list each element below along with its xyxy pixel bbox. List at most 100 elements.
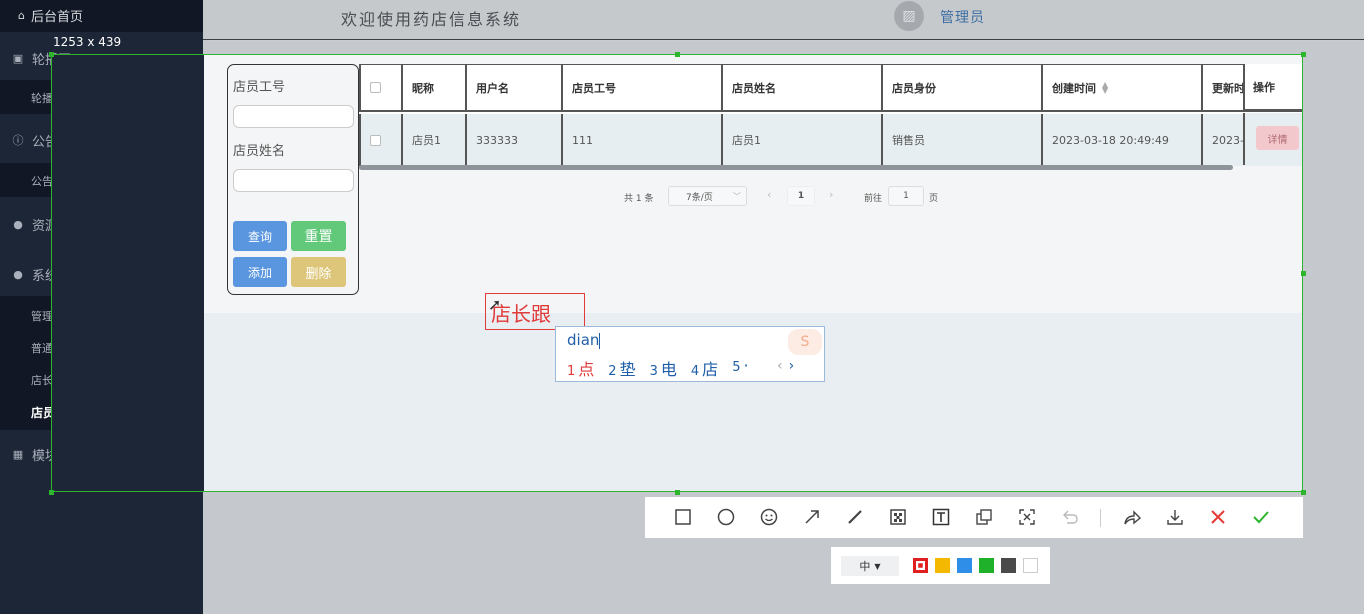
share-icon[interactable] [1120, 505, 1144, 529]
image-icon: ▣ [12, 51, 24, 65]
column-header: 店员身份 [883, 65, 1043, 110]
candidate-char: 点 [578, 360, 595, 379]
candidate-number: 1 [567, 364, 576, 379]
text-caret [599, 332, 601, 349]
text-icon[interactable] [929, 505, 953, 529]
emoji-icon[interactable] [757, 505, 781, 529]
ime-candidate[interactable]: 4店 [691, 356, 718, 380]
download-icon[interactable] [1163, 505, 1187, 529]
home-icon: ⌂ [18, 9, 25, 22]
mosaic-icon[interactable] [886, 505, 910, 529]
color-swatch-dark[interactable] [1001, 558, 1016, 573]
close-icon[interactable] [1206, 505, 1230, 529]
next-page-icon[interactable]: › [829, 188, 833, 201]
ocr-icon[interactable] [1015, 505, 1039, 529]
prev-page-icon[interactable]: ‹ [767, 188, 771, 201]
resize-handle[interactable] [1301, 52, 1306, 57]
sidebar-sub-notice[interactable]: 公告 [31, 173, 53, 189]
candidate-number: 5 [732, 360, 741, 375]
color-swatch-red[interactable] [913, 558, 928, 573]
goto-page-input[interactable]: 1 [888, 186, 924, 206]
ime-candidate[interactable]: 2垫 [608, 356, 635, 380]
ime-input-text: dian [567, 331, 600, 349]
page-unit-label: 页 [929, 193, 939, 204]
avatar[interactable]: ▨ [894, 1, 924, 31]
resize-handle[interactable] [675, 490, 680, 495]
staff-no-input[interactable] [233, 105, 354, 128]
staff-no-label: 店员工号 [233, 80, 286, 95]
color-swatch-green[interactable] [979, 558, 994, 573]
chevron-down-icon: ﹀ [733, 191, 741, 201]
column-header: 用户名 [467, 65, 563, 110]
ellipse-icon[interactable] [714, 505, 738, 529]
page-size-select[interactable]: 7条/页 ﹀ [668, 186, 747, 206]
top-header: 欢迎使用药店信息系统 ▨ 管理员 [203, 0, 1364, 40]
ime-candidate[interactable]: 3电 [650, 356, 677, 380]
candidate-char: 电 [660, 360, 677, 379]
mouse-cursor-icon: ➚ [488, 295, 502, 314]
candidate-number: 2 [608, 364, 617, 379]
sidebar-home[interactable]: ⌂ 后台首页 [18, 6, 83, 25]
checkbox[interactable] [370, 134, 381, 146]
table-cell: 2023-03-18 20:49:49 [1043, 114, 1203, 166]
confirm-icon[interactable] [1249, 505, 1273, 529]
arrow-icon[interactable] [800, 505, 824, 529]
sidebar-overlay [52, 55, 204, 491]
rectangle-icon[interactable] [671, 505, 695, 529]
grid-icon: ▦ [12, 447, 24, 461]
chevron-left-icon[interactable]: ‹ [777, 358, 783, 374]
font-size-select[interactable]: 中 ▼ [841, 556, 899, 576]
column-header: 店员工号 [563, 65, 723, 110]
sogou-logo-icon: S [788, 329, 822, 355]
current-user-name[interactable]: 管理员 [940, 7, 985, 27]
text-style-bar: 中 ▼ [831, 547, 1050, 584]
resize-handle[interactable] [49, 490, 54, 495]
resize-handle[interactable] [1301, 271, 1306, 276]
pin-icon[interactable] [972, 505, 996, 529]
search-panel: 店员工号 店员姓名 查询 重置 添加 删除 [227, 64, 359, 295]
pen-icon[interactable] [843, 505, 867, 529]
candidate-char: 店 [702, 360, 719, 379]
checkbox[interactable] [370, 82, 381, 93]
info-icon: ⓘ [12, 134, 24, 147]
candidate-char: 垫 [619, 360, 636, 379]
undo-icon[interactable] [1058, 505, 1082, 529]
staff-name-label: 店员姓名 [233, 144, 286, 159]
resize-handle[interactable] [675, 52, 680, 57]
delete-button[interactable]: 删除 [291, 257, 346, 287]
page-title: 欢迎使用药店信息系统 [341, 10, 522, 29]
location-icon: ● [13, 217, 23, 231]
add-button[interactable]: 添加 [233, 257, 287, 287]
current-page[interactable]: 1 [787, 186, 815, 206]
ime-candidate[interactable]: 5 · [732, 356, 748, 380]
table-cell: 店员1 [403, 114, 467, 166]
image-icon: ▨ [902, 8, 916, 24]
color-swatch-blue[interactable] [957, 558, 972, 573]
table-cell: 销售员 [883, 114, 1043, 166]
resize-handle[interactable] [49, 52, 54, 57]
sort-icon[interactable]: ▲ ▼ [1102, 80, 1108, 94]
sidebar-home-label: 后台首页 [30, 10, 83, 25]
user-icon: ● [13, 267, 23, 281]
screenshot-selection[interactable]: 店员工号 店员姓名 查询 重置 添加 删除 昵称 用户名 店员工号 店员姓名 店… [51, 54, 1303, 492]
chevron-right-icon[interactable]: › [789, 358, 795, 374]
reset-button[interactable]: 重置 [291, 221, 346, 251]
resize-handle[interactable] [1301, 490, 1306, 495]
header-select-all[interactable] [359, 65, 403, 110]
candidate-number: 3 [649, 364, 658, 379]
query-button[interactable]: 查询 [233, 221, 287, 251]
horizontal-scrollbar[interactable] [359, 165, 1233, 170]
detail-button[interactable]: 详情 [1256, 126, 1299, 150]
color-swatch-white[interactable] [1023, 558, 1038, 573]
color-swatch-yellow[interactable] [935, 558, 950, 573]
row-select[interactable] [359, 114, 403, 166]
caret-down-icon: ▼ [874, 561, 881, 571]
column-header: 店员姓名 [723, 65, 883, 110]
ime-composition: dian [567, 331, 601, 349]
ime-candidate[interactable]: 1点 [567, 356, 594, 380]
staff-name-input[interactable] [233, 169, 354, 192]
column-header-created[interactable]: 创建时间 ▲ ▼ [1043, 65, 1203, 110]
ime-candidates: 1点 2垫 3电 4店 5 · [567, 356, 763, 380]
table-cell: 111 [563, 114, 723, 166]
screenshot-toolbar [645, 497, 1303, 538]
